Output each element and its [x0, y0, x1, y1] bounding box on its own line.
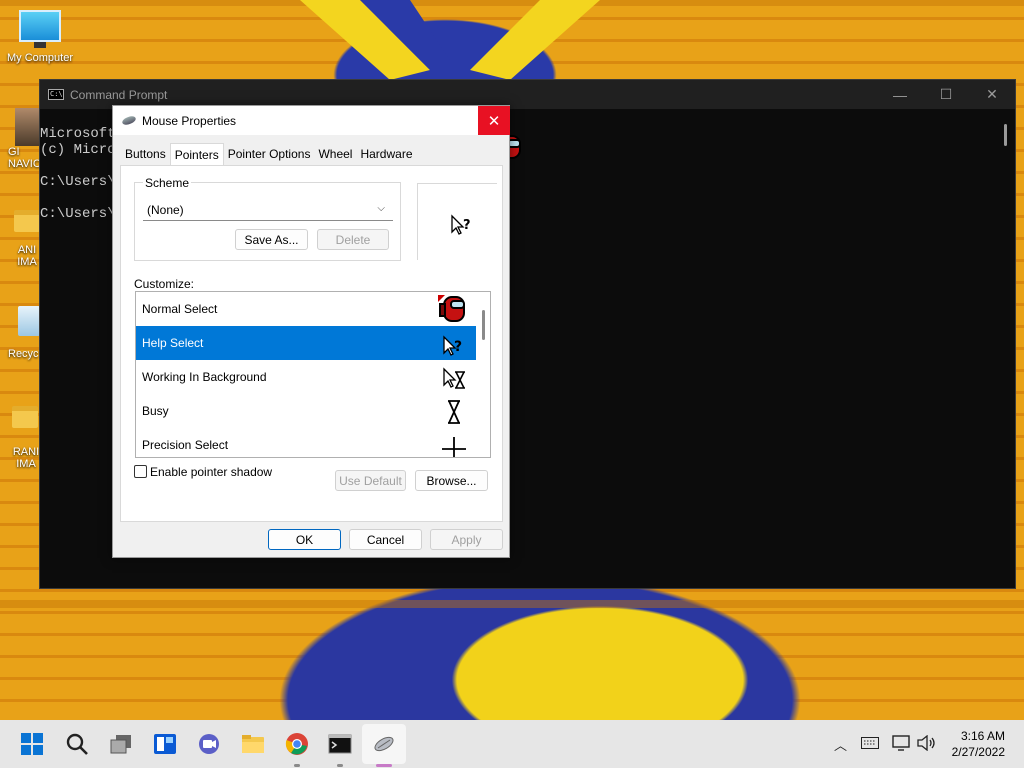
- desktop-icon-ani-ima[interactable]: ANI IMA: [14, 210, 40, 268]
- dialog-close-button[interactable]: ✕: [478, 106, 510, 135]
- list-item[interactable]: Normal Select: [136, 292, 490, 326]
- shortcut-photo-icon: [15, 108, 39, 146]
- chevron-up-icon[interactable]: ︿: [834, 735, 847, 754]
- tab-pointers[interactable]: Pointers: [169, 143, 224, 166]
- pointer-name: Help Select: [142, 336, 204, 350]
- volume-icon[interactable]: [917, 735, 937, 751]
- minimize-button[interactable]: —: [877, 80, 923, 109]
- recycle-bin-icon: [18, 306, 40, 336]
- cmd-title: Command Prompt: [70, 87, 168, 102]
- dialog-titlebar[interactable]: Mouse Properties: [113, 106, 509, 135]
- cmd-line: [40, 158, 116, 174]
- mouse-properties-dialog[interactable]: Mouse Properties ✕ Buttons Pointers Poin…: [112, 105, 510, 558]
- monitor-icon: [19, 10, 61, 42]
- pointer-shadow-checkbox[interactable]: [134, 465, 147, 478]
- save-as-button[interactable]: Save As...: [235, 229, 308, 250]
- working-cursor-icon: [443, 367, 465, 389]
- chrome-icon[interactable]: [285, 732, 309, 756]
- keyboard-icon[interactable]: [861, 737, 879, 749]
- close-button[interactable]: ✕: [969, 80, 1015, 109]
- mouse-icon: [121, 114, 137, 127]
- mouse-properties-icon[interactable]: [372, 732, 396, 756]
- pointer-list-scrollbar[interactable]: [476, 292, 490, 457]
- customize-label: Customize:: [134, 277, 195, 291]
- wallpaper-pattern: [0, 600, 1024, 608]
- task-view-icon[interactable]: [109, 732, 133, 756]
- pointer-name: Busy: [142, 404, 169, 418]
- tab-wheel[interactable]: Wheel: [314, 143, 356, 165]
- cursor-preview: ?: [417, 183, 497, 260]
- tab-buttons[interactable]: Buttons: [121, 143, 170, 165]
- scheme-value: (None): [147, 202, 184, 217]
- system-clock[interactable]: 3:16 AM 2/27/2022: [952, 728, 1005, 760]
- list-item-selected[interactable]: Help Select ?: [136, 326, 490, 360]
- pointer-name: Normal Select: [142, 302, 218, 316]
- use-default-button[interactable]: Use Default: [335, 470, 406, 491]
- dialog-title: Mouse Properties: [142, 113, 237, 128]
- desktop-icon-label: GI NAVIC: [8, 146, 41, 170]
- desktop-icon-recycle-bin[interactable]: Recyc: [8, 306, 40, 360]
- cmd-output[interactable]: Microsoft (c) Micro C:\Users\ C:\Users\: [40, 110, 116, 222]
- network-icon[interactable]: [892, 735, 910, 751]
- running-indicator: [294, 764, 300, 767]
- desktop-icon-rani-ima[interactable]: RANI IMA: [12, 406, 40, 470]
- start-icon[interactable]: [20, 732, 44, 756]
- cmd-line: Microsoft: [40, 126, 116, 142]
- pointer-name: Working In Background: [142, 370, 267, 384]
- wallpaper-shape: [300, 0, 600, 80]
- folder-icon: [14, 210, 40, 232]
- active-indicator: [376, 764, 392, 767]
- cancel-button[interactable]: Cancel: [349, 529, 422, 550]
- cmd-app-icon: C:\: [48, 89, 64, 100]
- tab-hardware[interactable]: Hardware: [356, 143, 416, 165]
- command-prompt-icon[interactable]: [328, 732, 352, 756]
- clock-time: 3:16 AM: [960, 729, 1005, 743]
- tab-strip: Buttons Pointers Pointer Options Wheel H…: [121, 143, 417, 166]
- svg-text:?: ?: [454, 339, 462, 355]
- help-cursor-icon: ?: [443, 335, 462, 356]
- desktop-icon-gi-navic[interactable]: GI NAVIC: [4, 108, 41, 170]
- desktop-icon-label: My Computer: [6, 52, 74, 64]
- desktop-icon-label: ANI IMA: [17, 244, 37, 268]
- widgets-icon[interactable]: [153, 732, 177, 756]
- maximize-button[interactable]: ☐: [923, 80, 969, 109]
- list-item[interactable]: Precision Select: [136, 428, 490, 457]
- monitor-stand: [34, 42, 46, 48]
- cmd-line: C:\Users\: [40, 174, 116, 190]
- cmd-line: (c) Micro: [40, 142, 116, 158]
- scheme-label: Scheme: [143, 176, 192, 190]
- folder-icon: [12, 406, 38, 428]
- browse-button[interactable]: Browse...: [415, 470, 488, 491]
- scheme-dropdown[interactable]: (None) ⌵: [143, 199, 393, 221]
- list-item[interactable]: Busy: [136, 394, 490, 428]
- help-cursor-icon: ?: [451, 214, 471, 235]
- desktop-icon-label: RANI IMA: [12, 446, 40, 470]
- clock-date: 2/27/2022: [951, 745, 1005, 759]
- apply-button[interactable]: Apply: [430, 529, 503, 550]
- cmd-scrollbar[interactable]: [1004, 124, 1007, 146]
- pointer-list[interactable]: Normal Select Help Select ? Working In B…: [135, 291, 491, 458]
- crosshair-icon: [442, 437, 466, 457]
- chevron-down-icon: ⌵: [377, 203, 385, 214]
- delete-button[interactable]: Delete: [317, 229, 389, 250]
- scrollbar-thumb[interactable]: [482, 310, 485, 340]
- hourglass-icon: [448, 400, 460, 424]
- cmd-line: C:\Users\: [40, 206, 116, 222]
- red-crewmate-cursor-icon: [438, 295, 465, 322]
- file-explorer-icon[interactable]: [241, 732, 265, 756]
- desktop-icon-label: Recyc: [8, 348, 39, 360]
- pointer-shadow-label: Enable pointer shadow: [150, 465, 273, 479]
- tab-pointer-options[interactable]: Pointer Options: [224, 143, 315, 165]
- taskbar: ︿ 3:16 AM 2/27/2022: [0, 720, 1024, 768]
- list-item[interactable]: Working In Background: [136, 360, 490, 394]
- ok-button[interactable]: OK: [268, 529, 341, 550]
- search-icon[interactable]: [65, 732, 89, 756]
- desktop-icon-my-computer[interactable]: My Computer: [2, 10, 78, 64]
- teams-chat-icon[interactable]: [197, 732, 221, 756]
- svg-text:?: ?: [463, 218, 471, 233]
- pointer-name: Precision Select: [142, 438, 229, 452]
- running-indicator: [337, 764, 343, 767]
- cmd-line: [40, 190, 116, 206]
- pointers-tab-panel: Scheme (None) ⌵ Save As... Delete ? Cust…: [120, 165, 503, 522]
